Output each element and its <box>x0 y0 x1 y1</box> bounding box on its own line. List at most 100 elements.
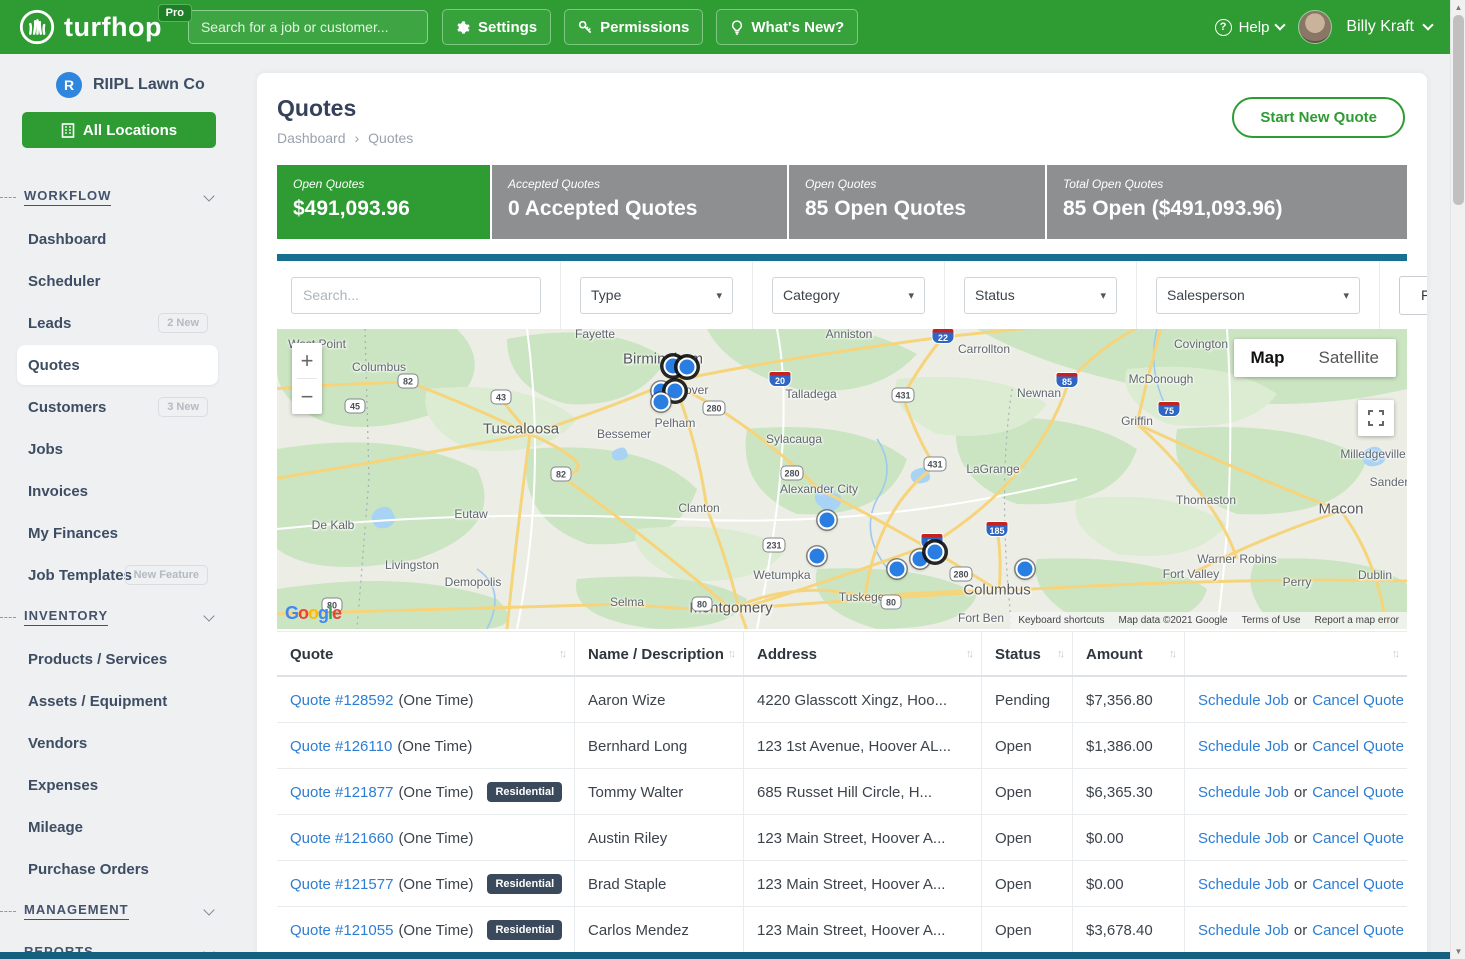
sidebar-item-purchase-orders[interactable]: Purchase Orders <box>0 861 149 878</box>
cancel-quote-link[interactable]: Cancel Quote <box>1312 922 1404 939</box>
sidebar-item-mileage[interactable]: Mileage <box>0 819 83 836</box>
breadcrumb-dashboard[interactable]: Dashboard <box>277 130 346 146</box>
sidebar-item-products-services[interactable]: Products / Services <box>0 651 167 668</box>
quote-map-marker[interactable] <box>1016 560 1035 579</box>
schedule-job-link[interactable]: Schedule Job <box>1198 738 1289 755</box>
sidebar-item-expenses[interactable]: Expenses <box>0 777 98 794</box>
sidebar-item-invoices[interactable]: Invoices <box>0 483 88 500</box>
report-map-error-link[interactable]: Report a map error <box>1315 615 1399 626</box>
sort-icon[interactable]: ↑↓ <box>1169 648 1174 660</box>
help-menu[interactable]: ? Help <box>1215 19 1285 36</box>
cancel-quote-link[interactable]: Cancel Quote <box>1312 876 1404 893</box>
schedule-job-link[interactable]: Schedule Job <box>1198 692 1289 709</box>
fullscreen-button[interactable] <box>1358 400 1394 436</box>
section-management[interactable]: MANAGEMENT <box>0 890 235 932</box>
company-switcher[interactable]: R RIIPL Lawn Co <box>0 54 235 98</box>
quote-link[interactable]: Quote #121055 <box>290 922 393 939</box>
quotes-map[interactable]: FayetteWest PointColumbusAnnistonCarroll… <box>277 329 1407 629</box>
terms-of-use-link[interactable]: Terms of Use <box>1242 615 1301 626</box>
quotes-search-input[interactable] <box>291 277 541 314</box>
quote-link[interactable]: Quote #126110 <box>290 738 392 755</box>
column-header-quote[interactable]: Quote↑↓ <box>277 632 575 675</box>
chevron-down-icon: ▾ <box>1343 289 1349 302</box>
start-new-quote-button[interactable]: Start New Quote <box>1232 97 1405 138</box>
quote-link[interactable]: Quote #121577 <box>290 876 393 893</box>
sort-icon[interactable]: ↑↓ <box>728 648 733 660</box>
sidebar-item-assets-equipment[interactable]: Assets / Equipment <box>0 693 167 710</box>
sidebar-item-dashboard[interactable]: Dashboard <box>0 231 106 248</box>
turfhop-logo-icon <box>18 8 56 46</box>
keyboard-shortcuts-link[interactable]: Keyboard shortcuts <box>1018 615 1104 626</box>
quote-map-marker[interactable] <box>808 547 827 566</box>
column-header-actions[interactable]: ↑↓ <box>1185 632 1407 675</box>
all-locations-button[interactable]: All Locations <box>22 112 216 148</box>
sidebar-item-customers[interactable]: Customers <box>0 399 106 416</box>
stat-accepted-quotes: Accepted Quotes 0 Accepted Quotes <box>492 165 787 239</box>
quote-map-marker[interactable] <box>818 511 837 530</box>
page-scrollbar[interactable]: ▲ ▼ <box>1450 0 1465 959</box>
quote-link[interactable]: Quote #121877 <box>290 784 393 801</box>
column-header-name[interactable]: Name / Description↑↓ <box>575 632 744 675</box>
quote-map-marker[interactable] <box>678 358 697 377</box>
settings-label: Settings <box>478 19 537 36</box>
schedule-job-link[interactable]: Schedule Job <box>1198 922 1289 939</box>
help-label: Help <box>1239 19 1270 36</box>
scrollbar-down-arrow[interactable]: ▼ <box>1451 944 1465 959</box>
quote-link[interactable]: Quote #128592 <box>290 692 393 709</box>
schedule-job-link[interactable]: Schedule Job <box>1198 784 1289 801</box>
status-select[interactable]: Status▾ <box>964 277 1117 314</box>
sort-icon[interactable]: ↑↓ <box>966 648 971 660</box>
user-avatar[interactable] <box>1298 10 1332 44</box>
satellite-view-button[interactable]: Satellite <box>1302 339 1396 377</box>
zoom-out-button[interactable]: − <box>292 379 322 414</box>
section-inventory[interactable]: INVENTORY <box>0 596 235 638</box>
map-view-button[interactable]: Map <box>1234 339 1302 377</box>
amount-cell: $7,356.80 <box>1073 677 1185 722</box>
column-header-status[interactable]: Status↑↓ <box>982 632 1073 675</box>
cancel-quote-link[interactable]: Cancel Quote <box>1312 692 1404 709</box>
sidebar-item-job-templates[interactable]: Job Templates <box>0 567 132 584</box>
section-reports[interactable]: REPORTS <box>0 932 235 952</box>
amount-cell: $0.00 <box>1073 861 1185 906</box>
filter-button[interactable]: Filter <box>1399 276 1427 315</box>
sort-icon[interactable]: ↑↓ <box>1392 648 1397 660</box>
zoom-in-button[interactable]: + <box>292 343 322 378</box>
column-header-amount[interactable]: Amount↑↓ <box>1073 632 1185 675</box>
quote-map-marker[interactable] <box>652 393 671 412</box>
google-logo: Google <box>285 603 341 624</box>
salesperson-select[interactable]: Salesperson▾ <box>1156 277 1360 314</box>
whats-new-button[interactable]: What's New? <box>716 9 858 45</box>
sidebar-item-vendors[interactable]: Vendors <box>0 735 87 752</box>
cancel-quote-link[interactable]: Cancel Quote <box>1312 830 1404 847</box>
sidebar-item-my-finances[interactable]: My Finances <box>0 525 118 542</box>
sort-icon[interactable]: ↑↓ <box>1057 648 1062 660</box>
settings-button[interactable]: Settings <box>442 9 551 45</box>
brand-logo-group[interactable]: turfhop Pro <box>18 8 162 46</box>
quote-map-marker[interactable] <box>888 560 907 579</box>
cancel-quote-link[interactable]: Cancel Quote <box>1312 738 1404 755</box>
type-select[interactable]: Type▾ <box>580 277 733 314</box>
quote-map-marker[interactable] <box>926 543 945 562</box>
schedule-job-link[interactable]: Schedule Job <box>1198 876 1289 893</box>
sidebar-item-quotes[interactable]: Quotes <box>17 345 218 385</box>
cancel-quote-link[interactable]: Cancel Quote <box>1312 784 1404 801</box>
sort-icon[interactable]: ↑↓ <box>559 648 564 660</box>
user-menu[interactable]: Billy Kraft <box>1346 18 1432 36</box>
sidebar-item-jobs[interactable]: Jobs <box>0 441 63 458</box>
permissions-button[interactable]: Permissions <box>564 9 703 45</box>
scrollbar-thumb[interactable] <box>1453 15 1464 205</box>
category-select[interactable]: Category▾ <box>772 277 925 314</box>
scrollbar-up-arrow[interactable]: ▲ <box>1451 0 1465 15</box>
quote-link[interactable]: Quote #121660 <box>290 830 393 847</box>
building-icon <box>61 123 75 138</box>
section-workflow[interactable]: WORKFLOW <box>0 176 235 218</box>
map-city-label: Clanton <box>678 501 719 515</box>
column-header-address[interactable]: Address↑↓ <box>744 632 982 675</box>
sidebar-item-scheduler[interactable]: Scheduler <box>0 273 101 290</box>
sidebar-item-leads[interactable]: Leads <box>0 315 71 332</box>
schedule-job-link[interactable]: Schedule Job <box>1198 830 1289 847</box>
chevron-down-icon: ▾ <box>908 289 914 302</box>
or-label: or <box>1294 922 1307 939</box>
global-search-input[interactable] <box>188 10 428 44</box>
residential-badge: Residential <box>487 920 562 940</box>
